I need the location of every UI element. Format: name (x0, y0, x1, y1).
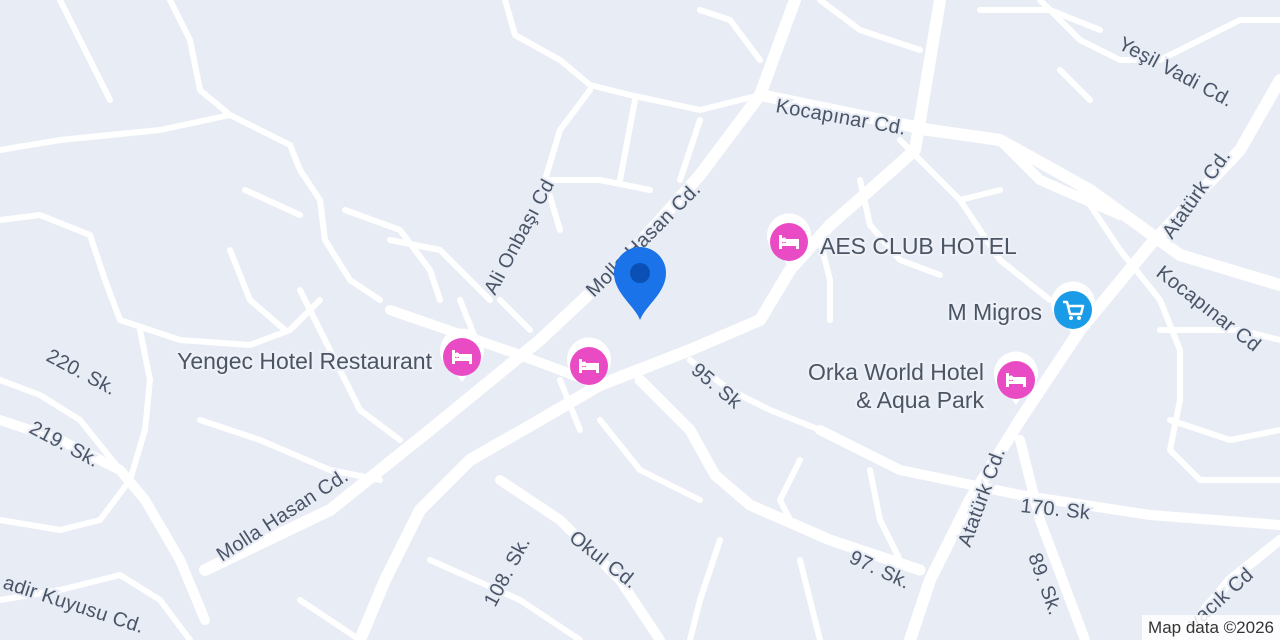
street-label-108-sk: 108. Sk. (480, 533, 535, 610)
poi-label-aes: AES CLUB HOTEL (820, 233, 1017, 259)
street-label-ataturk-lower: Atatürk Cd. (954, 445, 1010, 550)
poi-label-migros: M Migros (947, 299, 1042, 325)
map-svg: Molla Hasan Cd. Molla Hasan Cd. Ali Onba… (0, 0, 1280, 640)
poi-label-yengec: Yengec Hotel Restaurant (177, 348, 432, 374)
poi-label-orka-line2: & Aqua Park (856, 387, 984, 413)
street-label-220-sk: 220. Sk. (43, 345, 120, 400)
street-label-ataturk-upper: Atatürk Cd. (1158, 146, 1235, 243)
poi-migros[interactable]: M Migros (945, 281, 1095, 335)
hotel-icon (440, 328, 484, 382)
street-label-kocapinar-top: Kocapınar Cd. (774, 95, 908, 140)
street-label-219-sk: 219. Sk. (26, 417, 103, 472)
location-pin-icon[interactable] (614, 247, 666, 320)
street-label-okul: Okul Cd. (565, 527, 642, 594)
street-label-95-sk: 95. Sk (687, 359, 746, 414)
map-canvas[interactable]: Molla Hasan Cd. Molla Hasan Cd. Ali Onba… (0, 0, 1280, 640)
map-attribution[interactable]: Map data ©2026 (1142, 615, 1280, 640)
street-label-kadir-kuyusu: adir Kuyusu Cd. (0, 572, 146, 638)
street-label-ali-onbasi: Ali Onbaşı Cd (480, 176, 559, 299)
street-label-yesil-vadi: Yeşil Vadi Cd. (1115, 33, 1237, 112)
poi-orka-world-hotel[interactable]: Orka World Hotel & Aqua Park (806, 351, 1038, 415)
poi-label-orka-line1: Orka World Hotel (808, 359, 984, 385)
poi-yengec-hotel[interactable]: Yengec Hotel Restaurant (175, 328, 484, 382)
